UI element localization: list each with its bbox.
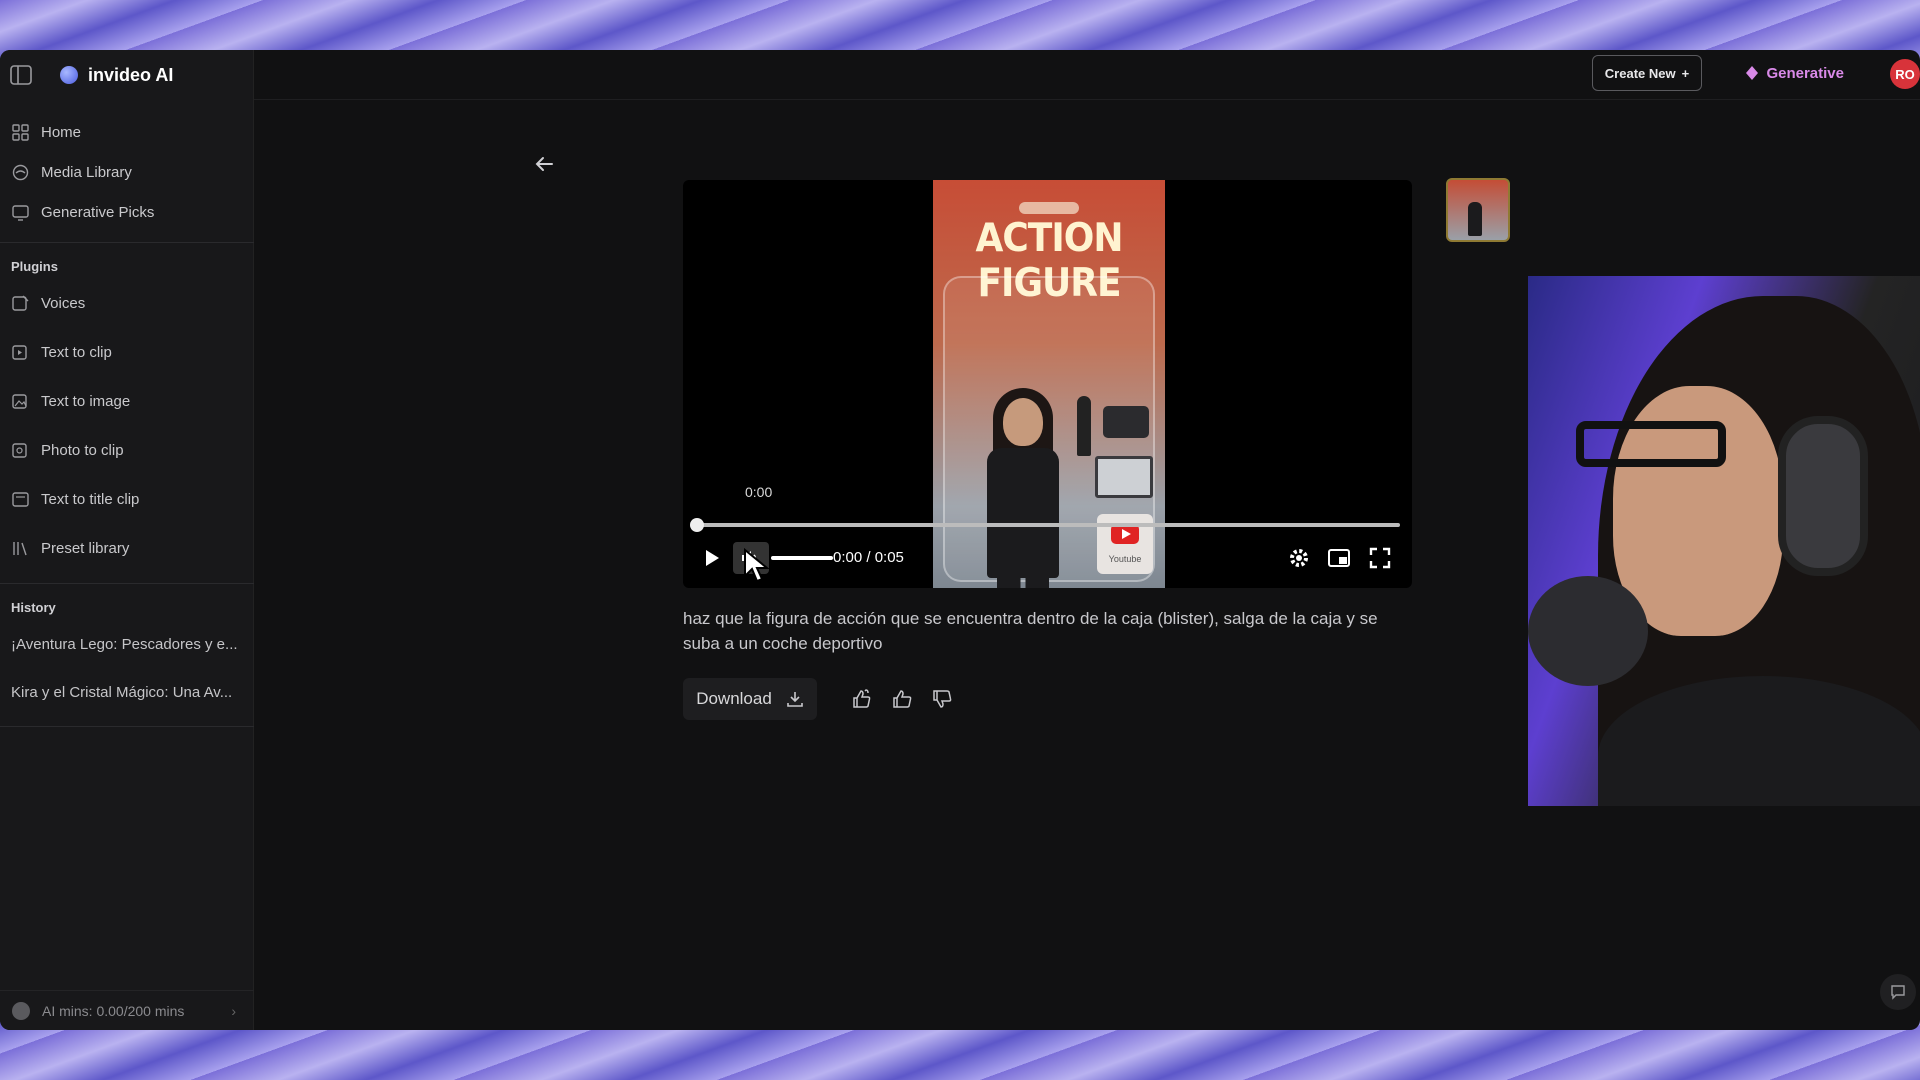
microphone-accessory (1077, 396, 1091, 456)
blister-pack: Youtube (943, 276, 1155, 588)
grid-icon (12, 123, 29, 141)
youtube-badge-label: Youtube (1108, 554, 1142, 564)
webcam-glasses (1576, 421, 1726, 467)
sidebar-item-label: Text to image (41, 393, 131, 410)
pip-button[interactable] (1323, 542, 1355, 574)
history-heading: History (11, 599, 56, 615)
main-nav: Home Media Library Generative Picks Plug… (0, 112, 254, 737)
chat-button[interactable] (1880, 974, 1916, 1010)
figure-body (987, 448, 1059, 578)
camera-accessory (1103, 406, 1149, 438)
clip-thumbnail[interactable] (1446, 178, 1510, 242)
sidebar-item-photo-to-clip[interactable]: Photo to clip (0, 426, 254, 475)
figure-head (1003, 398, 1043, 446)
sidebar-item-label: Voices (41, 295, 86, 312)
photo-clip-icon (12, 443, 27, 458)
diamond-icon (1746, 66, 1759, 80)
text-image-icon (12, 394, 27, 409)
generative-label: Generative (1766, 64, 1844, 82)
library-icon (12, 164, 29, 180)
divider (0, 726, 254, 727)
chevron-right-icon: › (231, 1002, 236, 1019)
sidebar-item-label: Home (41, 123, 82, 141)
picks-icon (12, 204, 29, 221)
sidebar-item-label: Photo to clip (41, 442, 124, 459)
divider (0, 583, 254, 584)
webcam-overlay (1528, 276, 1920, 806)
avatar[interactable]: RO (1890, 59, 1920, 89)
sidebar-item-label: Generative Picks (41, 203, 155, 221)
youtube-play-icon (1111, 524, 1139, 544)
text-clip-icon (12, 345, 27, 360)
ai-mins-bar[interactable]: AI mins: 0.00/200 mins › (0, 990, 254, 1030)
thumbnail-figure (1468, 202, 1482, 236)
video-player[interactable]: ACTION FIGURE Youtube 0:00 0:00 / 0:05 (683, 180, 1412, 588)
brand: invideo AI (10, 60, 173, 90)
action-bar: Download (683, 678, 955, 720)
seek-handle[interactable] (690, 518, 704, 532)
history-item[interactable]: Kira y el Cristal Mágico: Una Av... (0, 668, 254, 716)
chat-bubble-icon (1891, 985, 1905, 1000)
mouse-cursor-icon (744, 548, 770, 583)
sidebar-item-label: Preset library (41, 540, 130, 557)
gear-icon (1290, 549, 1308, 567)
sidebar-toggle-icon[interactable] (10, 65, 32, 85)
voice-icon (12, 295, 29, 311)
webcam-microphone (1528, 576, 1648, 686)
sidebar-item-label: Media Library (41, 163, 132, 181)
play-icon (706, 550, 719, 566)
sidebar-item-text-to-image[interactable]: Text to image (0, 377, 254, 426)
plugins-heading: Plugins (11, 258, 58, 274)
sidebar-item-label: Text to title clip (41, 491, 140, 508)
plus-icon: + (1681, 65, 1690, 81)
thumbs-up-icon[interactable] (891, 687, 915, 711)
picture-in-picture-icon (1328, 549, 1350, 567)
thumbs-down-icon[interactable] (931, 687, 955, 711)
sidebar-item-voices[interactable]: Voices (0, 279, 254, 328)
webcam-headphones (1778, 416, 1868, 576)
download-label: Download (696, 689, 772, 708)
create-new-label: Create New (1604, 65, 1676, 81)
fullscreen-icon (1369, 547, 1391, 569)
package-hanger (1019, 202, 1079, 214)
invideo-logo-icon (60, 66, 78, 84)
sidebar-item-text-to-title-clip[interactable]: Text to title clip (0, 475, 254, 524)
sidebar-item-home[interactable]: Home (0, 112, 254, 152)
sidebar-item-media-library[interactable]: Media Library (0, 152, 254, 192)
play-button[interactable] (695, 542, 727, 574)
sidebar-item-text-to-clip[interactable]: Text to clip (0, 328, 254, 377)
create-new-button[interactable]: Create New + (1592, 55, 1702, 91)
title-clip-icon (12, 492, 29, 507)
brand-name: invideo AI (88, 64, 174, 85)
settings-button[interactable] (1283, 542, 1315, 574)
preset-icon (13, 542, 27, 556)
history-item[interactable]: ¡Aventura Lego: Pescadores y e... (0, 620, 254, 668)
ai-mins-indicator-icon (12, 1001, 30, 1020)
sidebar: invideo AI Home Media Library Generative… (0, 50, 254, 1030)
sidebar-item-preset-library[interactable]: Preset library (0, 524, 254, 573)
prompt-text: haz que la figura de acción que se encue… (683, 609, 1378, 653)
hover-time-tooltip: 0:00 (745, 484, 773, 500)
download-button[interactable]: Download (683, 678, 817, 720)
time-display: 0:00 / 0:05 (833, 549, 904, 566)
app-window: invideo AI Home Media Library Generative… (0, 50, 1920, 1030)
double-thumbs-up-icon[interactable] (851, 687, 875, 711)
back-arrow-icon[interactable] (532, 152, 556, 176)
volume-slider[interactable] (771, 556, 833, 560)
laptop-accessory (1095, 456, 1153, 498)
download-icon (786, 692, 803, 707)
fullscreen-button[interactable] (1364, 542, 1396, 574)
ai-mins-label: AI mins: 0.00/200 mins (42, 1002, 185, 1019)
seek-bar[interactable] (690, 518, 1400, 532)
sidebar-item-label: Text to clip (41, 344, 112, 361)
generative-button[interactable]: Generative (1746, 58, 1844, 88)
top-bar: Create New + Generative RO (254, 50, 1920, 100)
figure-legs (997, 574, 1049, 588)
divider (0, 242, 254, 243)
sidebar-item-generative-picks[interactable]: Generative Picks (0, 192, 254, 232)
